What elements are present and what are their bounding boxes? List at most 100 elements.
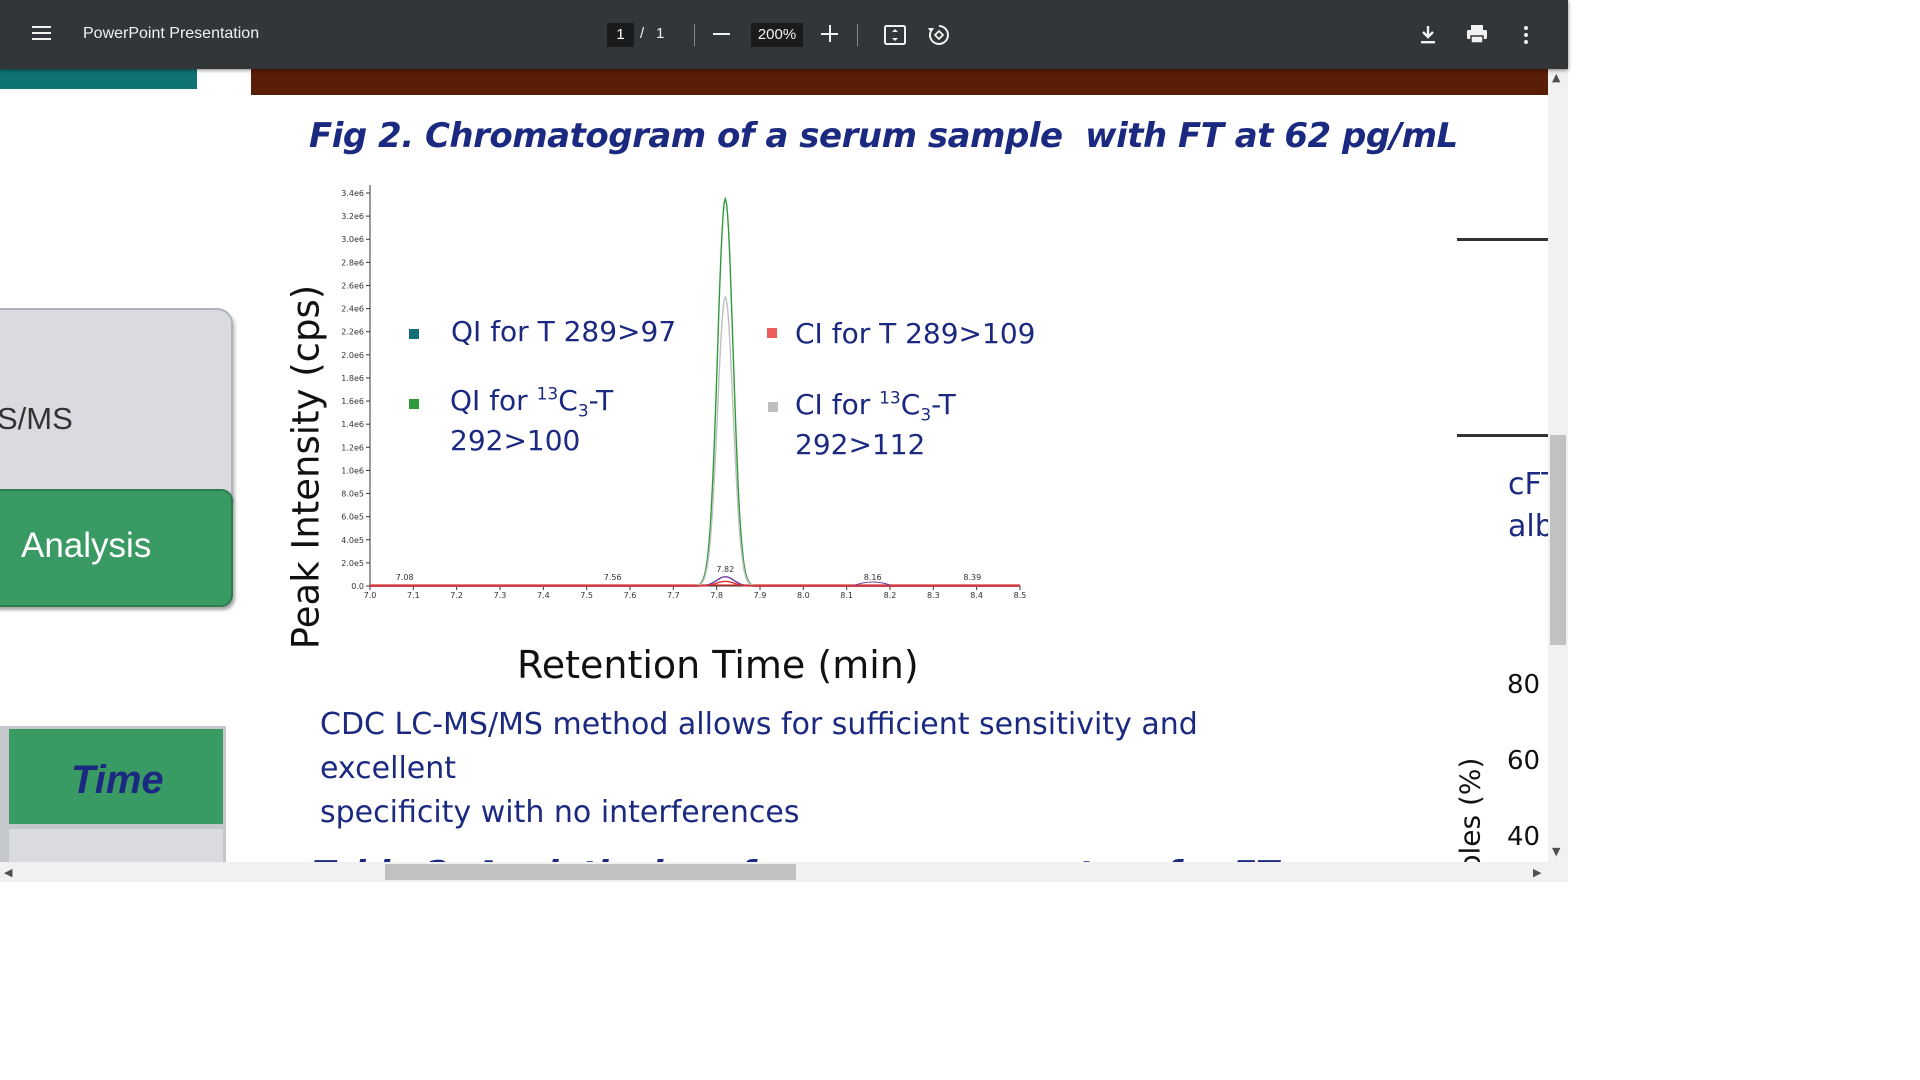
y-tick-label: 8.0e5 <box>341 490 364 499</box>
x-tick-label: 7.9 <box>754 591 767 600</box>
peak-label: 8.16 <box>864 573 882 582</box>
peak-label: 7.82 <box>716 565 734 574</box>
print-icon[interactable] <box>1466 24 1488 44</box>
right-axis-tick: 80 <box>1507 670 1541 700</box>
legend-element: C <box>558 384 578 417</box>
legend-sub: 3 <box>577 401 589 422</box>
fit-page-icon[interactable] <box>883 23 907 47</box>
y-tick-label: 1.6e6 <box>341 397 364 406</box>
legend-swatch <box>767 328 777 338</box>
x-tick-label: 8.0 <box>797 591 810 600</box>
chart-x-axis-title: Retention Time (min) <box>517 643 919 687</box>
download-icon[interactable] <box>1418 24 1438 46</box>
legend-label: CI for T 289>109 <box>795 317 1036 350</box>
zoom-out-icon[interactable] <box>713 33 730 35</box>
x-tick-label: 8.2 <box>884 591 897 600</box>
slide-accent-bar <box>0 69 197 89</box>
y-tick-label: 2.0e5 <box>341 559 364 568</box>
x-tick-label: 7.5 <box>580 591 593 600</box>
page-separator: / <box>640 25 645 42</box>
x-tick-label: 7.0 <box>364 591 377 600</box>
legend-sup: 13 <box>879 388 901 409</box>
legend-sub: 3 <box>920 405 932 426</box>
caption-line-2: specificity with no interferences <box>320 795 800 830</box>
right-divider-line <box>1457 434 1548 437</box>
legend-item-qi-t: QI for T 289>97 <box>409 312 677 352</box>
x-tick-label: 7.2 <box>450 591 463 600</box>
legend-swatch <box>768 402 778 412</box>
y-tick-label: 3.2e6 <box>341 212 364 221</box>
y-tick-label: 2.0e6 <box>341 351 364 360</box>
y-tick-label: 2.2e6 <box>341 328 364 337</box>
y-tick-label: 1.2e6 <box>341 443 364 452</box>
x-tick-label: 8.4 <box>970 591 983 600</box>
y-tick-label: 2.6e6 <box>341 281 364 290</box>
legend-label: QI for <box>450 384 537 417</box>
chart-y-axis-title: Peak Intensity (cps) <box>284 284 328 650</box>
scroll-right-icon[interactable]: ▶ <box>1533 866 1541 879</box>
x-tick-label: 8.3 <box>927 591 940 600</box>
legend-item-qi-13c3t: QI for 13C3-T 292>100 <box>409 381 614 461</box>
y-tick-label: 6.0e5 <box>341 513 364 522</box>
horizontal-scroll-thumb[interactable] <box>385 864 796 880</box>
y-tick-label: 3.0e6 <box>341 235 364 244</box>
zoom-in-icon[interactable] <box>821 25 839 43</box>
x-tick-label: 8.1 <box>840 591 853 600</box>
right-divider-line <box>1457 238 1548 241</box>
peak-label: 8.39 <box>963 573 981 582</box>
legend-item-ci-13c3t: CI for 13C3-T 292>112 <box>768 385 956 465</box>
document-title: PowerPoint Presentation <box>83 25 260 42</box>
legend-swatch <box>409 399 419 409</box>
page-number-input[interactable]: 1 <box>607 23 634 47</box>
x-tick-label: 7.6 <box>624 591 637 600</box>
slide-header-bar <box>251 69 1548 95</box>
y-tick-label: 1.0e6 <box>341 466 364 475</box>
figure-caption: CDC LC-MS/MS method allows for sufficien… <box>320 703 1330 835</box>
x-tick-label: 7.4 <box>537 591 550 600</box>
legend-label: QI for T 289>97 <box>451 315 677 348</box>
y-tick-label: 3.4e6 <box>341 189 364 198</box>
x-tick-label: 7.8 <box>710 591 723 600</box>
workflow-box-analysis-label: Analysis <box>21 526 152 565</box>
pdf-page: Fig 2. Chromatogram of a serum sample wi… <box>0 69 1548 862</box>
workflow-box-lcmsms-label: S/MS <box>0 401 73 436</box>
x-tick-label: 8.5 <box>1014 591 1027 600</box>
right-axis-label: Samples (%) <box>1453 757 1487 862</box>
vertical-scroll-thumb[interactable] <box>1550 435 1566 645</box>
right-axis-tick: 40 <box>1507 822 1541 852</box>
right-fragment-text-1: cFT <box>1508 467 1548 502</box>
legend-label: CI for <box>795 388 880 421</box>
scroll-up-icon[interactable]: ▲ <box>1552 71 1560 84</box>
scroll-left-icon[interactable]: ◀ <box>4 866 12 879</box>
caption-line-1: CDC LC-MS/MS method allows for sufficien… <box>320 707 1198 786</box>
menu-icon[interactable] <box>28 20 56 48</box>
y-tick-label: 1.8e6 <box>341 374 364 383</box>
legend-element: C <box>900 388 921 421</box>
pdf-toolbar: PowerPoint Presentation 1 / 1 200% <box>0 0 1568 69</box>
legend-label-suffix: -T <box>588 384 614 417</box>
y-tick-label: 2.8e6 <box>341 258 364 267</box>
more-options-icon[interactable] <box>1516 24 1536 46</box>
legend-transition: 292>112 <box>795 428 926 461</box>
peak-label: 7.08 <box>396 573 414 582</box>
zoom-input[interactable]: 200% <box>751 23 803 47</box>
time-table-cell <box>9 829 223 862</box>
x-tick-label: 7.1 <box>407 591 420 600</box>
series-line <box>370 580 1020 587</box>
figure-title: Fig 2. Chromatogram of a serum sample wi… <box>309 116 1458 156</box>
y-tick-label: 1.4e6 <box>341 420 364 429</box>
legend-item-ci-t: CI for T 289>109 <box>767 314 1036 354</box>
peak-label: 7.56 <box>604 573 622 582</box>
legend-swatch <box>409 329 419 339</box>
time-table-header-label: Time <box>71 758 164 802</box>
rotate-icon[interactable] <box>926 22 952 48</box>
toolbar-divider <box>857 24 858 46</box>
page-total: 1 <box>656 25 665 42</box>
y-tick-label: 4.0e5 <box>341 536 364 545</box>
toolbar-divider <box>694 24 695 46</box>
scroll-down-icon[interactable]: ▼ <box>1552 845 1560 858</box>
x-tick-label: 7.3 <box>494 591 507 600</box>
right-fragment-text-2: alb <box>1508 509 1548 544</box>
y-tick-label: 0.0 <box>351 582 364 591</box>
legend-label-suffix: -T <box>931 388 956 421</box>
